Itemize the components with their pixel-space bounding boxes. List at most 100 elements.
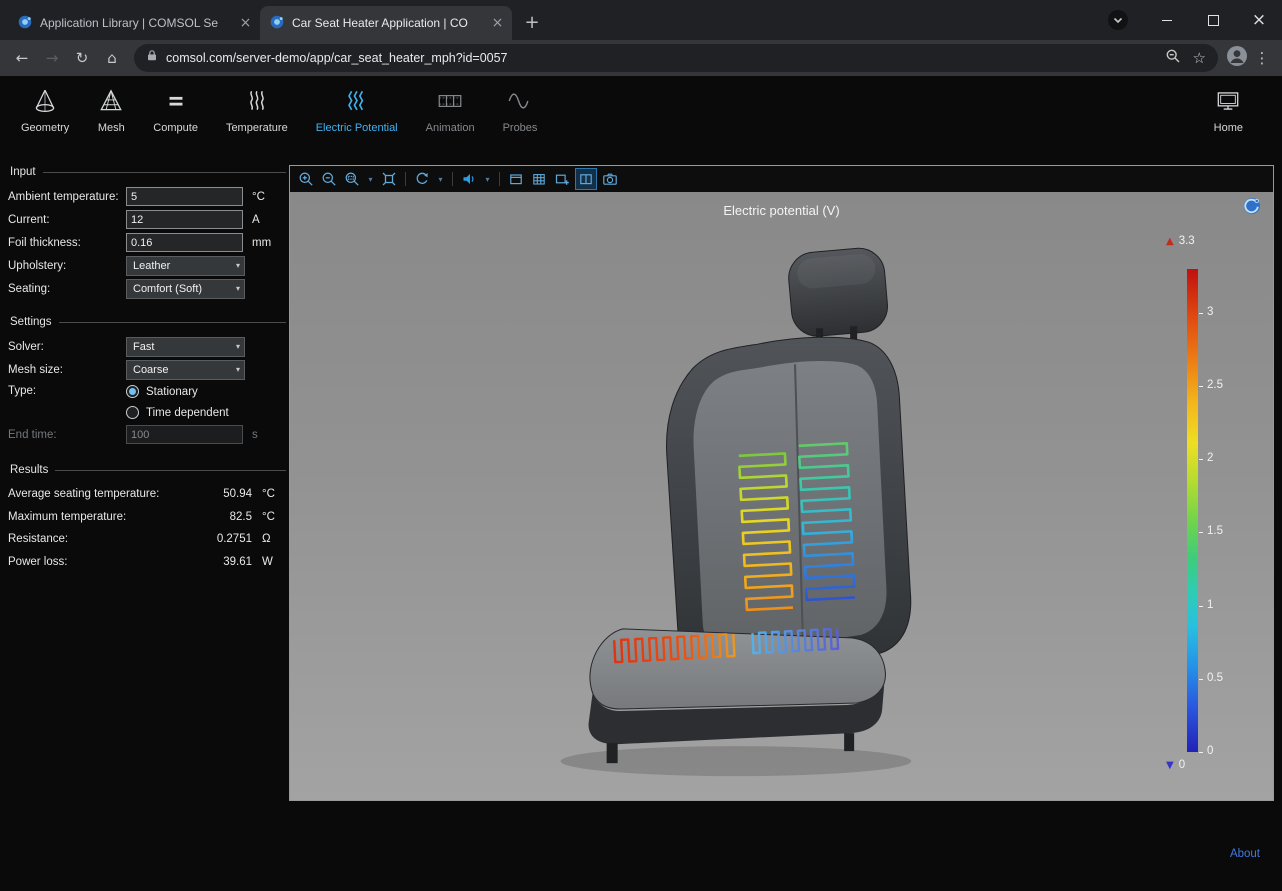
- browser-menu-icon[interactable]: ⋮: [1250, 49, 1274, 67]
- zoom-in-icon[interactable]: [296, 169, 316, 189]
- seating-dropdown[interactable]: Comfort (Soft)▾: [126, 279, 245, 299]
- snapshot-camera-icon[interactable]: [600, 169, 620, 189]
- url-text[interactable]: comsol.com/server-demo/app/car_seat_heat…: [166, 51, 508, 65]
- browser-tab-active[interactable]: Car Seat Heater Application | CO ×: [260, 6, 512, 40]
- plot-viewport[interactable]: Electric potential (V): [290, 192, 1273, 800]
- result-unit: °C: [262, 488, 286, 500]
- ribbon-electric-potential[interactable]: Electric Potential: [305, 84, 409, 137]
- ribbon-temperature[interactable]: Temperature: [215, 84, 299, 137]
- avatar[interactable]: [1226, 45, 1248, 72]
- result-unit: Ω: [262, 533, 286, 545]
- address-bar[interactable]: comsol.com/server-demo/app/car_seat_heat…: [134, 44, 1218, 72]
- ribbon-label: Geometry: [21, 122, 69, 134]
- omnibox-right-icons: ☆: [1165, 48, 1206, 69]
- divider: [59, 322, 286, 323]
- rotate-icon[interactable]: [412, 169, 432, 189]
- solver-dropdown[interactable]: Fast ▾: [126, 337, 245, 357]
- graphics-panel: ▾ ▾ ▾ Electric potential (V): [289, 165, 1274, 801]
- field-row: Solver: Fast ▾: [8, 335, 286, 358]
- ambient-temperature-input[interactable]: [126, 187, 243, 206]
- animation-filmstrip-icon: [436, 87, 464, 118]
- ribbon-mesh[interactable]: Mesh: [86, 84, 136, 137]
- legend-tick-label: 3: [1207, 306, 1213, 318]
- add-plot-icon[interactable]: [552, 169, 572, 189]
- table-icon[interactable]: [529, 169, 549, 189]
- ribbon-probes[interactable]: Probes: [492, 84, 549, 137]
- field-label: Type:: [8, 385, 126, 397]
- min-arrow-icon: ▼: [1166, 760, 1174, 771]
- radio-time-dependent[interactable]: Time dependent: [126, 406, 229, 419]
- browser-home-button[interactable]: ⌂: [98, 44, 126, 72]
- zoom-box-icon[interactable]: [342, 169, 362, 189]
- scene-light-caret[interactable]: ▾: [482, 169, 493, 189]
- tab-close-icon[interactable]: ×: [237, 15, 254, 32]
- browser-tab-inactive[interactable]: Application Library | COMSOL Se ×: [8, 6, 260, 40]
- legend-tick: [1199, 459, 1203, 460]
- field-label: End time:: [8, 429, 126, 441]
- tab-close-icon[interactable]: ×: [489, 15, 506, 32]
- maximize-icon: [1208, 15, 1219, 26]
- field-row: Ambient temperature: °C: [8, 185, 286, 208]
- legend-tick-label: 0.5: [1207, 672, 1223, 684]
- foil-thickness-input[interactable]: [126, 233, 243, 252]
- field-label: Ambient temperature:: [8, 191, 126, 203]
- section-title: Results: [10, 464, 48, 476]
- electric-potential-icon: [343, 87, 371, 118]
- browser-toolbar: ← → ↻ ⌂ comsol.com/server-demo/app/car_s…: [0, 40, 1282, 76]
- zoom-options-caret[interactable]: ▾: [365, 169, 376, 189]
- view-panel-icon[interactable]: [506, 169, 526, 189]
- field-label: Current:: [8, 214, 126, 226]
- field-unit: s: [252, 429, 278, 441]
- ribbon-geometry[interactable]: Geometry: [10, 84, 80, 137]
- reload-button[interactable]: ↻: [68, 44, 96, 72]
- result-label: Resistance:: [8, 533, 194, 545]
- ribbon-label: Temperature: [226, 122, 288, 134]
- current-input[interactable]: [126, 210, 243, 229]
- field-label: Solver:: [8, 341, 126, 353]
- radio-stationary[interactable]: Stationary: [126, 385, 229, 398]
- field-label: Foil thickness:: [8, 237, 126, 249]
- back-button[interactable]: ←: [8, 44, 36, 72]
- mesh-icon: [97, 87, 125, 118]
- chevron-down-icon: ▾: [236, 342, 240, 351]
- legend-min-value: 0: [1179, 759, 1185, 771]
- close-window-button[interactable]: ×: [1236, 0, 1282, 40]
- mesh-size-dropdown[interactable]: Coarse▾: [126, 360, 245, 380]
- legend-tick-label: 0: [1207, 745, 1213, 757]
- ribbon-compute[interactable]: Compute: [142, 84, 209, 137]
- about-link[interactable]: About: [1230, 848, 1260, 860]
- new-tab-button[interactable]: +: [518, 8, 546, 36]
- field-unit: mm: [252, 237, 278, 249]
- ribbon-home[interactable]: Home: [1203, 84, 1254, 137]
- chevron-down-icon: ▾: [236, 284, 240, 293]
- radio-label: Stationary: [146, 386, 198, 398]
- bookmark-star-icon[interactable]: ☆: [1193, 49, 1206, 67]
- tab-search-button[interactable]: [1106, 8, 1130, 32]
- upholstery-dropdown[interactable]: Leather▾: [126, 256, 245, 276]
- tab-title: Car Seat Heater Application | CO: [292, 16, 481, 30]
- minimize-button[interactable]: [1144, 0, 1190, 40]
- dropdown-value: Fast: [133, 341, 154, 353]
- zoom-extents-icon[interactable]: [379, 169, 399, 189]
- forward-button[interactable]: →: [38, 44, 66, 72]
- rotate-options-caret[interactable]: ▾: [435, 169, 446, 189]
- maximize-button[interactable]: [1190, 0, 1236, 40]
- zoom-level-icon[interactable]: [1165, 48, 1181, 69]
- compute-equals-icon: [162, 87, 190, 118]
- zoom-out-icon[interactable]: [319, 169, 339, 189]
- comsol-favicon-icon: [18, 15, 32, 32]
- legend-min-marker: ▼0: [1166, 759, 1185, 771]
- lock-icon[interactable]: [146, 49, 158, 67]
- car-seat-3d-model[interactable]: [290, 192, 1273, 799]
- split-view-icon[interactable]: [575, 168, 597, 190]
- end-time-input: [126, 425, 243, 444]
- field-row: Current: A: [8, 208, 286, 231]
- ribbon-animation[interactable]: Animation: [415, 84, 486, 137]
- legend-max-marker: ▲3.3: [1166, 235, 1195, 247]
- legend-tick: [1199, 679, 1203, 680]
- tab-title: Application Library | COMSOL Se: [40, 16, 229, 30]
- result-value: 39.61: [194, 556, 252, 568]
- section-results: Results: [10, 464, 286, 476]
- scene-light-icon[interactable]: [459, 169, 479, 189]
- ribbon-label: Electric Potential: [316, 122, 398, 134]
